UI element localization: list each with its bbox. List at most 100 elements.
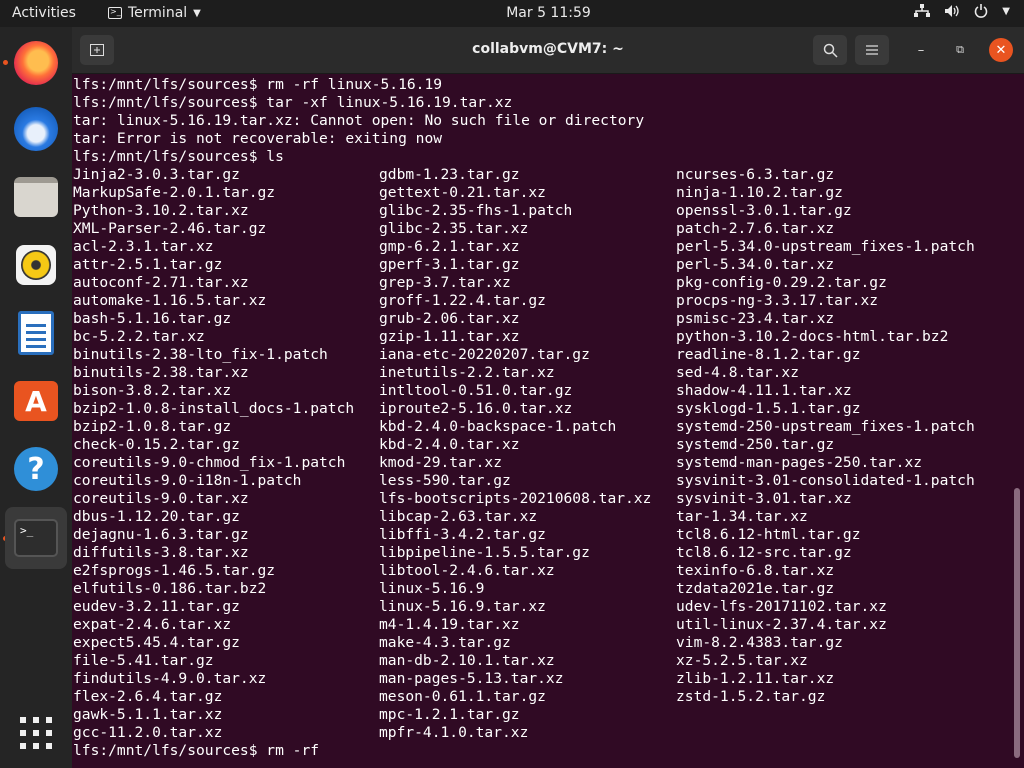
file-entry: sysvinit-3.01.tar.xz [676,490,852,507]
file-entry: linux-5.16.9 [379,580,485,597]
minimize-button[interactable]: – [909,38,933,62]
file-entry: intltool-0.51.0.tar.gz [379,382,573,399]
file-entry: sed-4.8.tar.xz [676,364,800,381]
file-entry: make-4.3.tar.gz [379,634,511,651]
file-entry: zstd-1.5.2.tar.gz [676,688,826,705]
file-entry: libffi-3.4.2.tar.gz [379,526,546,543]
software-icon: A [14,381,58,421]
file-entry: tzdata2021e.tar.gz [676,580,835,597]
rhythmbox-icon [16,245,56,285]
file-entry: expect5.45.4.tar.gz [73,634,240,651]
clock[interactable]: Mar 5 11:59 [0,5,1024,21]
file-entry: expat-2.4.6.tar.xz [73,616,232,633]
hamburger-icon [866,45,878,55]
file-entry: XML-Parser-2.46.tar.gz [73,220,267,237]
scrollbar[interactable] [1014,488,1020,758]
dock-show-apps[interactable] [5,702,67,764]
file-entry: tcl8.6.12-src.tar.gz [676,544,852,561]
file-entry: patch-2.7.6.tar.xz [676,220,835,237]
file-entry: findutils-4.9.0.tar.xz [73,670,267,687]
dock-terminal[interactable]: >_ [5,507,67,569]
file-entry: shadow-4.11.1.tar.xz [676,382,852,399]
file-entry: e2fsprogs-1.46.5.tar.gz [73,562,276,579]
file-entry: lfs-bootscripts-20210608.tar.xz [379,490,652,507]
dock-help[interactable]: ? [5,438,67,500]
dock-files[interactable] [5,166,67,228]
file-entry: gcc-11.2.0.tar.xz [73,724,223,741]
file-entry: acl-2.3.1.tar.xz [73,238,214,255]
file-entry: grub-2.06.tar.xz [379,310,520,327]
dock-thunderbird[interactable] [5,98,67,160]
file-entry: flex-2.6.4.tar.gz [73,688,223,705]
file-entry: perl-5.34.0.tar.xz [676,256,835,273]
file-entry: m4-1.4.19.tar.xz [379,616,520,633]
dock-rhythmbox[interactable] [5,234,67,296]
file-entry: bzip2-1.0.8.tar.gz [73,418,232,435]
file-entry: less-590.tar.gz [379,472,511,489]
ls-column-1: Jinja2-3.0.3.tar.gz MarkupSafe-2.0.1.tar.… [73,166,354,742]
file-entry: inetutils-2.2.tar.xz [379,364,555,381]
help-icon: ? [14,447,58,491]
file-entry: systemd-250-upstream_fixes-1.patch [676,418,975,435]
restore-icon: ⧉ [956,43,964,56]
files-icon [14,177,58,217]
app-grid-icon [20,717,52,749]
file-entry: openssl-3.0.1.tar.gz [676,202,852,219]
volume-icon [945,5,959,17]
file-entry: man-db-2.10.1.tar.xz [379,652,555,669]
dock-firefox[interactable] [5,32,67,94]
terminal-output[interactable]: lfs:/mnt/lfs/sources$ rm -rf linux-5.16.… [72,74,1016,768]
ls-column-3: ncurses-6.3.tar.gz ninja-1.10.2.tar.gz ope… [676,166,975,706]
file-entry: tar-1.34.tar.xz [676,508,808,525]
file-entry: Python-3.10.2.tar.xz [73,202,249,219]
network-icon [914,4,931,17]
command-prompt[interactable]: lfs:/mnt/lfs/sources$ rm -rf [73,742,328,760]
close-icon: ✕ [995,42,1007,58]
system-tray[interactable]: ▼ [914,4,1010,18]
file-entry: util-linux-2.37.4.tar.xz [676,616,887,633]
file-entry: linux-5.16.9.tar.xz [379,598,546,615]
file-entry: binutils-2.38.tar.xz [73,364,249,381]
file-entry: bash-5.1.16.tar.gz [73,310,232,327]
file-entry: systemd-250.tar.gz [676,436,835,453]
search-button[interactable] [813,35,847,65]
file-entry: meson-0.61.1.tar.gz [379,688,546,705]
file-entry: python-3.10.2-docs-html.tar.bz2 [676,328,949,345]
file-entry: glibc-2.35-fhs-1.patch [379,202,573,219]
file-entry: man-pages-5.13.tar.xz [379,670,564,687]
file-entry: ninja-1.10.2.tar.gz [676,184,843,201]
file-entry: vim-8.2.4383.tar.gz [676,634,843,651]
file-entry: bzip2-1.0.8-install_docs-1.patch [73,400,355,417]
file-entry: kmod-29.tar.xz [379,454,503,471]
power-icon [975,4,988,18]
file-entry: dejagnu-1.6.3.tar.gz [73,526,249,543]
search-icon [823,43,838,58]
ls-column-2: gdbm-1.23.tar.gz gettext-0.21.tar.xz glibc… [379,166,651,742]
file-entry: mpc-1.2.1.tar.gz [379,706,520,723]
file-entry: iproute2-5.16.0.tar.xz [379,400,573,417]
terminal-line: lfs:/mnt/lfs/sources$ tar -xf linux-5.16… [73,94,513,111]
file-entry: perl-5.34.0-upstream_fixes-1.patch [676,238,975,255]
close-button[interactable]: ✕ [989,38,1013,62]
file-entry: libpipeline-1.5.5.tar.gz [379,544,590,561]
file-entry: eudev-3.2.11.tar.gz [73,598,240,615]
file-entry: sysklogd-1.5.1.tar.gz [676,400,861,417]
maximize-button[interactable]: ⧉ [948,38,972,62]
file-entry: psmisc-23.4.tar.xz [676,310,835,327]
file-entry: gettext-0.21.tar.xz [379,184,546,201]
dock-software[interactable]: A [5,370,67,432]
file-entry: gperf-3.1.tar.gz [379,256,520,273]
terminal-line: lfs:/mnt/lfs/sources$ ls [73,148,284,165]
file-entry: MarkupSafe-2.0.1.tar.gz [73,184,276,201]
dock: A ? >_ [0,27,72,768]
file-entry: file-5.41.tar.gz [73,652,214,669]
dock-writer[interactable] [5,302,67,364]
file-entry: coreutils-9.0.tar.xz [73,490,249,507]
file-entry: readline-8.1.2.tar.gz [676,346,861,363]
thunderbird-icon [14,107,58,151]
menu-button[interactable] [855,35,889,65]
file-entry: procps-ng-3.3.17.tar.xz [676,292,879,309]
file-entry: autoconf-2.71.tar.xz [73,274,249,291]
chevron-down-icon: ▼ [1002,5,1010,17]
file-entry: iana-etc-20220207.tar.gz [379,346,590,363]
